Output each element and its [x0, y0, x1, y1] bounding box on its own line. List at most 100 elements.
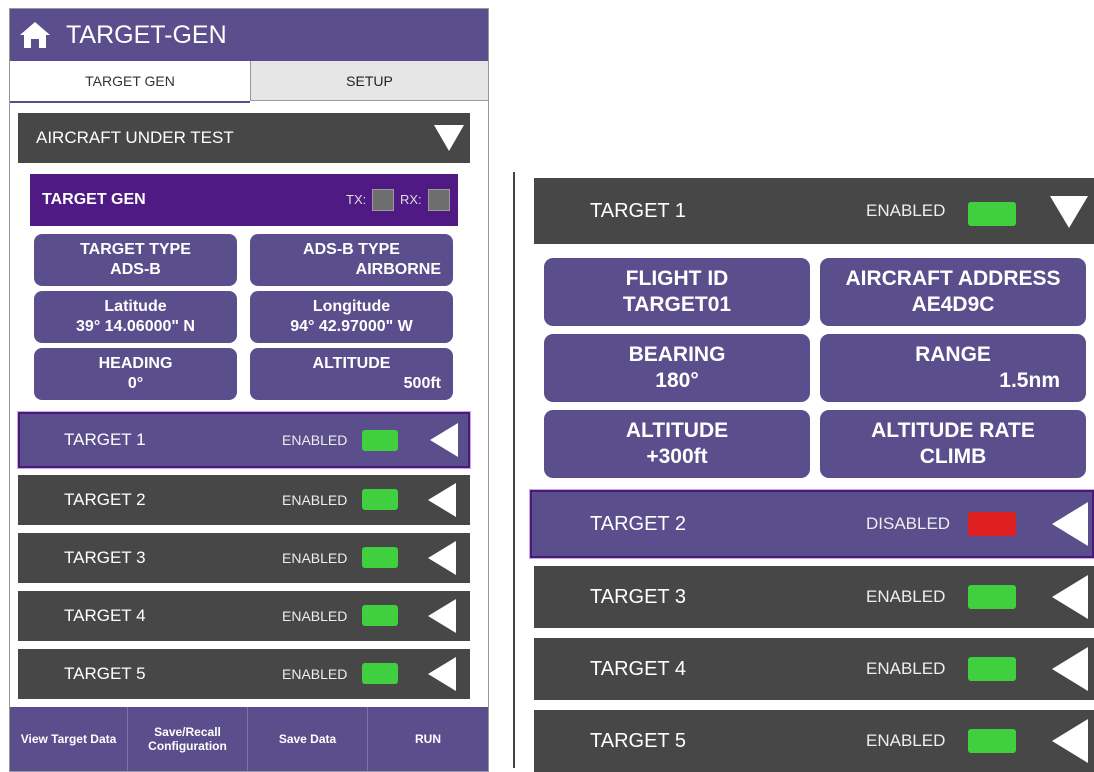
target-1-header[interactable]: TARGET 1 ENABLED	[534, 178, 1094, 244]
target-status: ENABLED	[282, 666, 348, 682]
chevron-down-icon[interactable]	[434, 125, 464, 151]
target-name: TARGET 2	[64, 490, 146, 509]
longitude-value: 94° 42.97000" W	[290, 318, 413, 335]
longitude-cell[interactable]: Longitude 94° 42.97000" W	[250, 291, 453, 343]
aircraft-under-test-dropdown[interactable]: AIRCRAFT UNDER TEST	[18, 113, 470, 163]
target-status: ENABLED	[866, 659, 946, 678]
target-status: ENABLED	[866, 201, 946, 220]
tab-target-gen[interactable]: TARGET GEN	[10, 61, 250, 103]
target-status: DISABLED	[866, 514, 951, 533]
range-value: 1.5nm	[999, 369, 1060, 392]
target-row-4[interactable]: TARGET 4 ENABLED	[18, 591, 470, 641]
status-led[interactable]	[362, 489, 398, 510]
target-row-5[interactable]: TARGET 5 ENABLED	[534, 710, 1094, 772]
status-led[interactable]	[362, 663, 398, 684]
target-row-3[interactable]: TARGET 3 ENABLED	[18, 533, 470, 583]
target-name: TARGET 1	[590, 200, 686, 222]
adsb-type-cell[interactable]: ADS-B TYPE AIRBORNE	[250, 234, 453, 286]
status-led[interactable]	[968, 657, 1016, 681]
target-row-3[interactable]: TARGET 3 ENABLED	[534, 566, 1094, 628]
target-name: TARGET 3	[64, 548, 146, 567]
target-detail-panel: TARGET 1 ENABLED FLIGHT ID TARGET01 AIRC…	[530, 178, 1094, 772]
target-type-value: ADS-B	[110, 261, 161, 278]
target-name: TARGET 5	[64, 664, 146, 683]
chevron-left-icon[interactable]	[1052, 575, 1088, 619]
target-row-4[interactable]: TARGET 4 ENABLED	[534, 638, 1094, 700]
chevron-left-icon[interactable]	[428, 541, 456, 575]
latitude-value: 39° 14.06000" N	[76, 318, 195, 335]
status-led[interactable]	[968, 729, 1016, 753]
altitude-value: 500ft	[403, 375, 441, 392]
run-button[interactable]: RUN	[368, 707, 488, 771]
aircraft-under-test-label: AIRCRAFT UNDER TEST	[36, 128, 234, 147]
range-cell[interactable]: RANGE 1.5nm	[820, 334, 1086, 402]
app-header: TARGET-GEN	[10, 9, 488, 61]
target-status: ENABLED	[282, 608, 348, 624]
rx-indicator	[428, 189, 450, 211]
save-recall-configuration-button[interactable]: Save/Recall Configuration	[128, 707, 248, 771]
chevron-down-icon[interactable]	[1050, 196, 1088, 228]
tab-setup[interactable]: SETUP	[250, 61, 488, 101]
tx-label: TX:	[346, 192, 367, 207]
target-gen-header: TARGET GEN TX: RX:	[30, 174, 458, 226]
bottom-toolbar: View Target Data Save/Recall Configurati…	[10, 707, 488, 771]
adsb-type-label: ADS-B TYPE	[303, 241, 400, 258]
chevron-left-icon[interactable]	[430, 423, 458, 457]
panel-divider	[513, 172, 515, 768]
target-row-5[interactable]: TARGET 5 ENABLED	[18, 649, 470, 699]
target-row-1[interactable]: TARGET 1 ENABLED	[18, 412, 470, 468]
latitude-label: Latitude	[104, 298, 167, 315]
target-name: TARGET 3	[590, 586, 686, 608]
target-gen-title: TARGET GEN	[42, 191, 146, 208]
chevron-left-icon[interactable]	[428, 657, 456, 691]
bearing-cell[interactable]: BEARING 180°	[544, 334, 810, 402]
chevron-left-icon[interactable]	[1052, 719, 1088, 763]
adsb-type-value: AIRBORNE	[355, 261, 441, 278]
altitude-cell[interactable]: ALTITUDE 500ft	[250, 348, 453, 400]
aircraft-address-cell[interactable]: AIRCRAFT ADDRESS AE4D9C	[820, 258, 1086, 326]
altitude-label: ALTITUDE	[312, 355, 391, 372]
status-led[interactable]	[362, 605, 398, 626]
target-name: TARGET 2	[590, 513, 686, 535]
app-title: TARGET-GEN	[66, 21, 227, 49]
status-led[interactable]	[968, 202, 1016, 226]
target-name: TARGET 4	[64, 606, 146, 625]
view-target-data-button[interactable]: View Target Data	[10, 707, 128, 771]
altitude-rate-label: ALTITUDE RATE	[871, 419, 1035, 442]
altitude-value: +300ft	[646, 445, 708, 468]
target-name: TARGET 1	[64, 430, 146, 449]
flight-id-label: FLIGHT ID	[625, 267, 729, 290]
target-name: TARGET 5	[590, 730, 686, 752]
chevron-left-icon[interactable]	[428, 483, 456, 517]
heading-label: HEADING	[98, 355, 173, 372]
status-led[interactable]	[968, 512, 1016, 536]
altitude-cell[interactable]: ALTITUDE +300ft	[544, 410, 810, 478]
tx-indicator	[372, 189, 394, 211]
target-status: ENABLED	[282, 550, 348, 566]
target-row-2[interactable]: TARGET 2 ENABLED	[18, 475, 470, 525]
rx-label: RX:	[400, 192, 422, 207]
altitude-rate-cell[interactable]: ALTITUDE RATE CLIMB	[820, 410, 1086, 478]
target-row-2[interactable]: TARGET 2 DISABLED	[530, 490, 1094, 558]
target-type-cell[interactable]: TARGET TYPE ADS-B	[34, 234, 237, 286]
target-name: TARGET 4	[590, 658, 686, 680]
bearing-label: BEARING	[628, 343, 726, 366]
status-led[interactable]	[968, 585, 1016, 609]
target-type-label: TARGET TYPE	[80, 241, 191, 258]
altitude-rate-value: CLIMB	[919, 445, 987, 468]
flight-id-cell[interactable]: FLIGHT ID TARGET01	[544, 258, 810, 326]
longitude-label: Longitude	[312, 298, 391, 315]
latitude-cell[interactable]: Latitude 39° 14.06000" N	[34, 291, 237, 343]
range-label: RANGE	[915, 343, 991, 366]
target-status: ENABLED	[282, 432, 348, 448]
home-icon[interactable]	[18, 19, 52, 51]
status-led[interactable]	[362, 547, 398, 568]
heading-cell[interactable]: HEADING 0°	[34, 348, 237, 400]
chevron-left-icon[interactable]	[1052, 647, 1088, 691]
aircraft-address-label: AIRCRAFT ADDRESS	[845, 267, 1061, 290]
status-led[interactable]	[362, 430, 398, 451]
save-data-button[interactable]: Save Data	[248, 707, 368, 771]
chevron-left-icon[interactable]	[1052, 502, 1088, 546]
chevron-left-icon[interactable]	[428, 599, 456, 633]
aircraft-address-value: AE4D9C	[911, 293, 995, 316]
